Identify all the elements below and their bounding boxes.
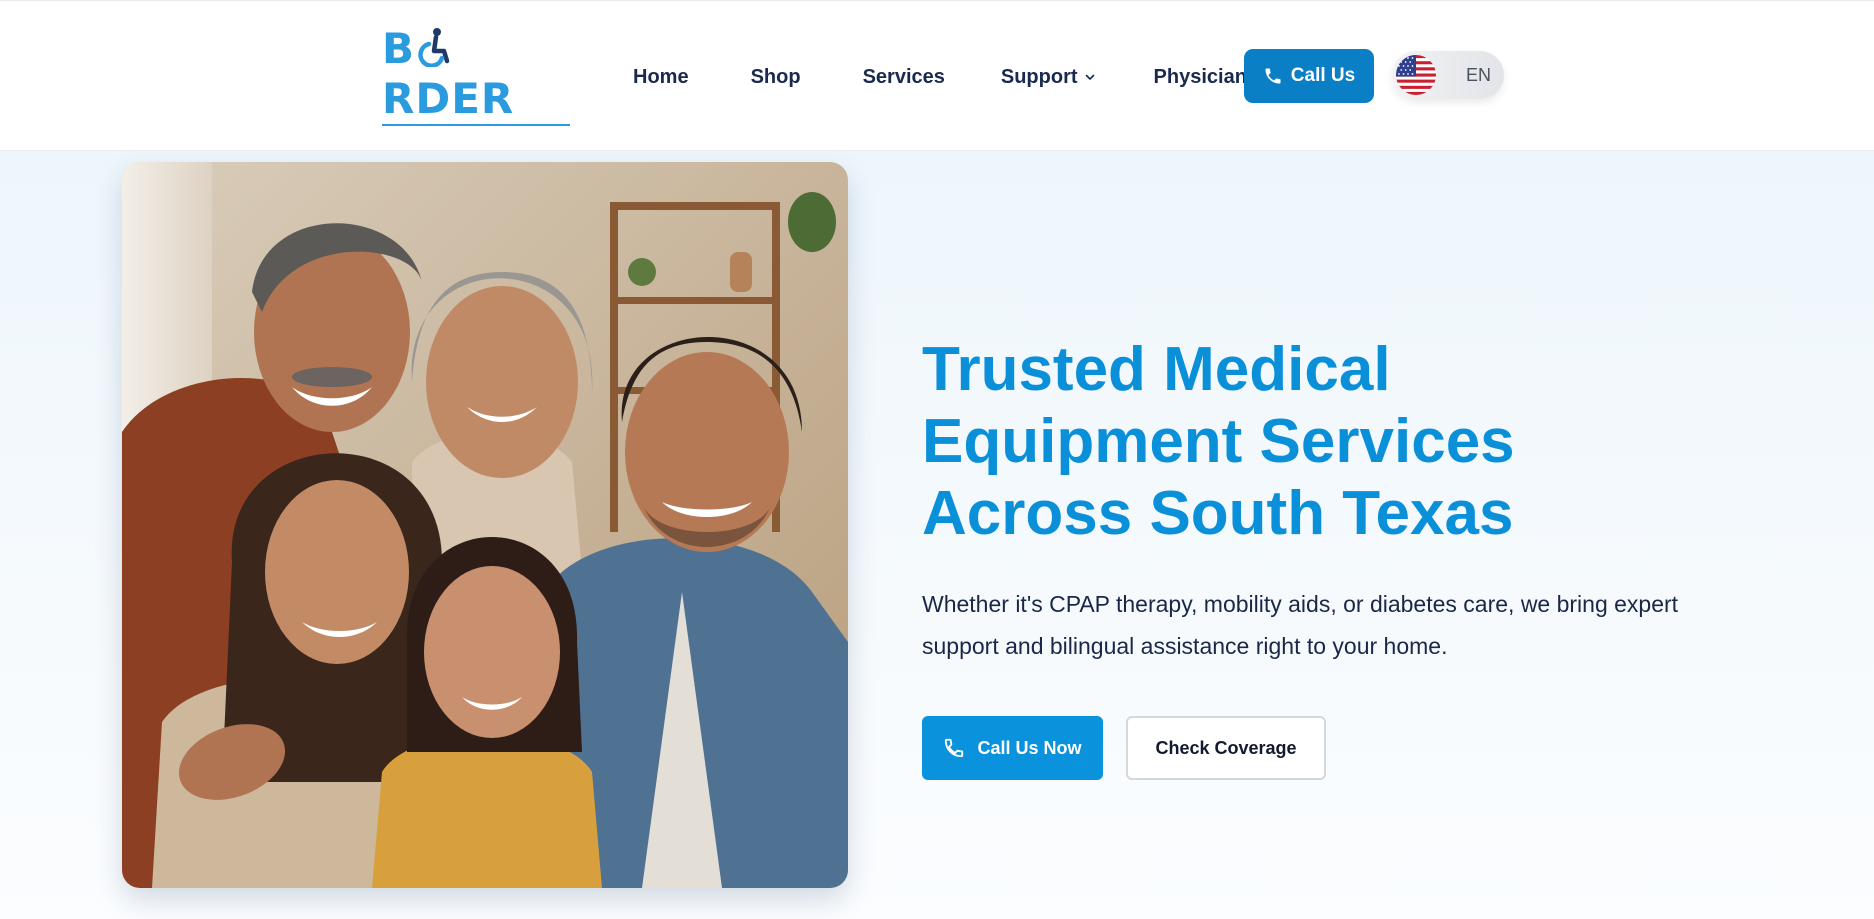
site-header: B RDER Home Shop Services Support Physic… xyxy=(0,0,1874,151)
check-coverage-label: Check Coverage xyxy=(1155,737,1297,758)
wheelchair-icon xyxy=(415,24,451,74)
nav-support-label: Support xyxy=(1000,65,1078,88)
logo-wordmark: B RDER xyxy=(382,24,570,126)
call-us-label: Call Us xyxy=(1290,65,1356,86)
main-nav: Home Shop Services Support Physicians xyxy=(633,55,1258,99)
logo-text-prefix: B xyxy=(382,24,416,73)
call-us-button[interactable]: Call Us xyxy=(1244,49,1374,103)
nav-physicians[interactable]: Physicians xyxy=(1154,66,1259,89)
language-toggle[interactable]: EN xyxy=(1392,51,1504,99)
hero-section: Trusted Medical Equipment Services Acros… xyxy=(0,151,1874,919)
hero-headline-line-3: Across South Texas xyxy=(922,479,1514,548)
hero-headline-line-2: Equipment Services xyxy=(922,407,1515,476)
nav-shop[interactable]: Shop xyxy=(751,66,801,89)
family-portrait-photo xyxy=(122,162,848,888)
call-us-now-button[interactable]: Call Us Now xyxy=(922,716,1103,780)
hero-subtext: Whether it's CPAP therapy, mobility aids… xyxy=(922,591,1679,659)
hero-headline: Trusted Medical Equipment Services Acros… xyxy=(922,334,1622,550)
phone-icon xyxy=(945,738,964,758)
logo-text-suffix: RDER xyxy=(382,74,515,123)
nav-support[interactable]: Support xyxy=(1001,66,1096,89)
chevron-down-icon xyxy=(1085,74,1094,80)
nav-home[interactable]: Home xyxy=(633,66,689,89)
nav-services[interactable]: Services xyxy=(863,66,945,89)
hero-headline-line-1: Trusted Medical xyxy=(922,335,1391,404)
phone-icon xyxy=(1265,68,1281,84)
call-us-now-label: Call Us Now xyxy=(977,737,1082,758)
language-label: EN xyxy=(1466,65,1492,85)
us-flag-icon xyxy=(1396,55,1436,95)
site-logo[interactable]: B RDER xyxy=(382,24,570,126)
check-coverage-button[interactable]: Check Coverage xyxy=(1126,716,1326,780)
